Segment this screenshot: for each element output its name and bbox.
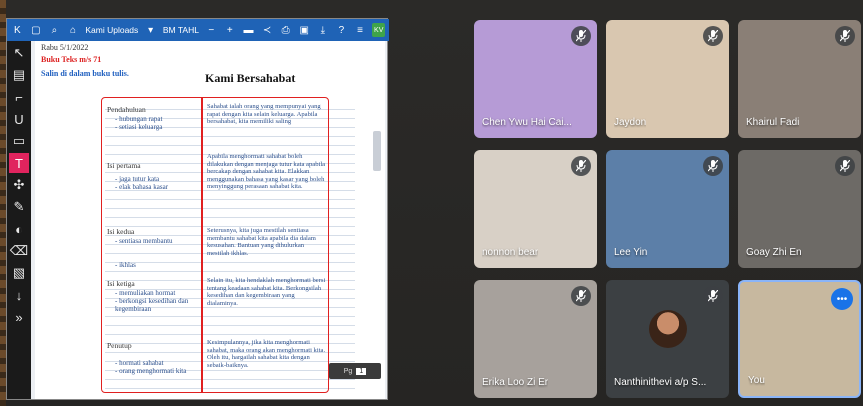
pdf-page: Rabu 5/1/2022 Buku Teks m/s 71 Salin di … xyxy=(35,41,385,399)
share-icon[interactable]: ≺ xyxy=(261,23,274,37)
section-points: - hormati sahabat - orang menghormati ki… xyxy=(115,359,187,375)
kami-logo-icon: K xyxy=(13,24,21,36)
page-label: Pg xyxy=(343,367,353,375)
participant-name: Lee Yin xyxy=(614,247,648,258)
expand-icon[interactable]: » xyxy=(9,307,29,327)
scrollbar[interactable] xyxy=(373,131,381,171)
participant-name: Chen Ywu Hai Cai... xyxy=(482,117,572,128)
doc-date: Rabu 5/1/2022 xyxy=(41,43,89,52)
participant-tile[interactable]: nonnon bear xyxy=(474,150,597,268)
text-tool-icon[interactable]: T xyxy=(9,153,29,173)
comment-icon[interactable]: ▭ xyxy=(9,131,29,151)
participant-name: Khairul Fadi xyxy=(746,117,800,128)
zoom-in-icon[interactable]: + xyxy=(224,23,237,37)
signature-icon[interactable]: ↓ xyxy=(9,285,29,305)
participant-name: You xyxy=(748,375,765,386)
mic-muted-icon xyxy=(835,156,855,176)
eraser-icon[interactable]: ⌫ xyxy=(9,241,29,261)
avatar xyxy=(649,310,687,348)
file-name[interactable]: BM TAHL xyxy=(163,25,199,35)
mic-muted-icon xyxy=(571,156,591,176)
section-text: Selain itu, kita hendaklah menghormati b… xyxy=(207,277,326,307)
page-number[interactable]: 1 xyxy=(356,367,367,375)
section-text: Sahabat ialah orang yang mempunyai yang … xyxy=(207,103,321,126)
participant-name: nonnon bear xyxy=(482,247,539,258)
mic-muted-icon xyxy=(571,26,591,46)
pen-icon[interactable]: ✎ xyxy=(9,197,29,217)
doc-title: Kami Bersahabat xyxy=(205,71,296,85)
section-text: Kesimpulannya, jika kita menghormati sah… xyxy=(207,339,326,369)
participant-name: Erika Loo Zi Er xyxy=(482,377,549,388)
participant-tile[interactable]: Erika Loo Zi Er xyxy=(474,280,597,398)
section-points: - sentiasa membantu - ikhlas xyxy=(115,237,173,269)
shape-icon[interactable]: ◐ xyxy=(9,219,29,239)
annotation-divider xyxy=(201,97,203,393)
dictionary-icon[interactable]: ▤ xyxy=(9,65,29,85)
participant-tile[interactable]: Chen Ywu Hai Cai... xyxy=(474,20,597,138)
uploads-menu[interactable]: Kami Uploads xyxy=(85,25,138,35)
doc-textbook-ref: Buku Teks m/s 71 xyxy=(41,55,102,64)
participant-name: Jaydon xyxy=(614,117,647,128)
doc-instruction: Salin di dalam buku tulis. xyxy=(41,69,129,78)
download-icon[interactable]: ⤓ xyxy=(317,23,330,37)
search-icon[interactable]: ⌕ xyxy=(48,23,61,37)
participant-name: Goay Zhi En xyxy=(746,247,802,258)
participant-name: Nanthinithevi a/p S... xyxy=(614,377,707,388)
section-heading: Isi pertama xyxy=(107,161,141,170)
section-points: - jaga tutur kata - elak bahasa kasar xyxy=(115,175,169,191)
menu-icon[interactable]: ≡ xyxy=(354,23,367,37)
participant-tile[interactable]: ••• You xyxy=(738,280,861,398)
print-icon[interactable]: ⎙ xyxy=(279,23,292,37)
mic-muted-icon xyxy=(703,286,723,306)
meeting-stage: K ▢ ⌕ ⌂ Kami Uploads ▾ BM TAHL − + ▬ ≺ ⎙… xyxy=(0,0,863,406)
move-icon[interactable]: ✣ xyxy=(9,175,29,195)
section-heading: Isi ketiga xyxy=(107,279,135,288)
chevron-down-icon[interactable]: ▾ xyxy=(144,23,157,37)
section-text: Apabila menghormati sahabat boleh dilaku… xyxy=(207,153,326,191)
page-indicator[interactable]: Pg 1 xyxy=(329,363,381,379)
section-text: Seterusnya, kita juga mestilah sentiasa … xyxy=(207,227,316,257)
save-icon[interactable]: ▣ xyxy=(298,23,311,37)
user-badge[interactable]: KV xyxy=(372,23,385,37)
shared-screen: K ▢ ⌕ ⌂ Kami Uploads ▾ BM TAHL − + ▬ ≺ ⎙… xyxy=(6,18,389,400)
mic-muted-icon xyxy=(703,26,723,46)
section-heading: Isi kedua xyxy=(107,227,135,236)
insert-image-icon[interactable]: ▧ xyxy=(9,263,29,283)
mic-muted-icon xyxy=(571,286,591,306)
mic-muted-icon xyxy=(835,26,855,46)
section-heading: Penutup xyxy=(107,341,132,350)
help-icon[interactable]: ? xyxy=(335,23,348,37)
more-options-icon[interactable]: ••• xyxy=(831,288,853,310)
participant-tile[interactable]: Goay Zhi En xyxy=(738,150,861,268)
participant-tile[interactable]: Jaydon xyxy=(606,20,729,138)
underline-icon[interactable]: U xyxy=(9,109,29,129)
participant-tile[interactable]: Khairul Fadi xyxy=(738,20,861,138)
sidebar-toggle-icon[interactable]: ▢ xyxy=(30,23,43,37)
section-points: - hubungan rapat - setiasi keluarga xyxy=(115,115,163,131)
folder-icon[interactable]: ▬ xyxy=(242,23,255,37)
zoom-out-icon[interactable]: − xyxy=(205,23,218,37)
home-icon[interactable]: ⌂ xyxy=(67,23,80,37)
highlight-icon[interactable]: ⌐ xyxy=(9,87,29,107)
select-icon[interactable]: ↖ xyxy=(9,43,29,63)
mic-muted-icon xyxy=(703,156,723,176)
participant-tile[interactable]: Lee Yin xyxy=(606,150,729,268)
section-points: - memuliakan hormat - berkongsi kesediha… xyxy=(115,289,189,313)
kami-toolbar: K ▢ ⌕ ⌂ Kami Uploads ▾ BM TAHL − + ▬ ≺ ⎙… xyxy=(7,19,389,41)
section-heading: Pendahuluan xyxy=(107,105,146,114)
participant-tile[interactable]: Nanthinithevi a/p S... xyxy=(606,280,729,398)
annotation-tools: ↖ ▤ ⌐ U ▭ T ✣ ✎ ◐ ⌫ ▧ ↓ » xyxy=(7,41,31,399)
